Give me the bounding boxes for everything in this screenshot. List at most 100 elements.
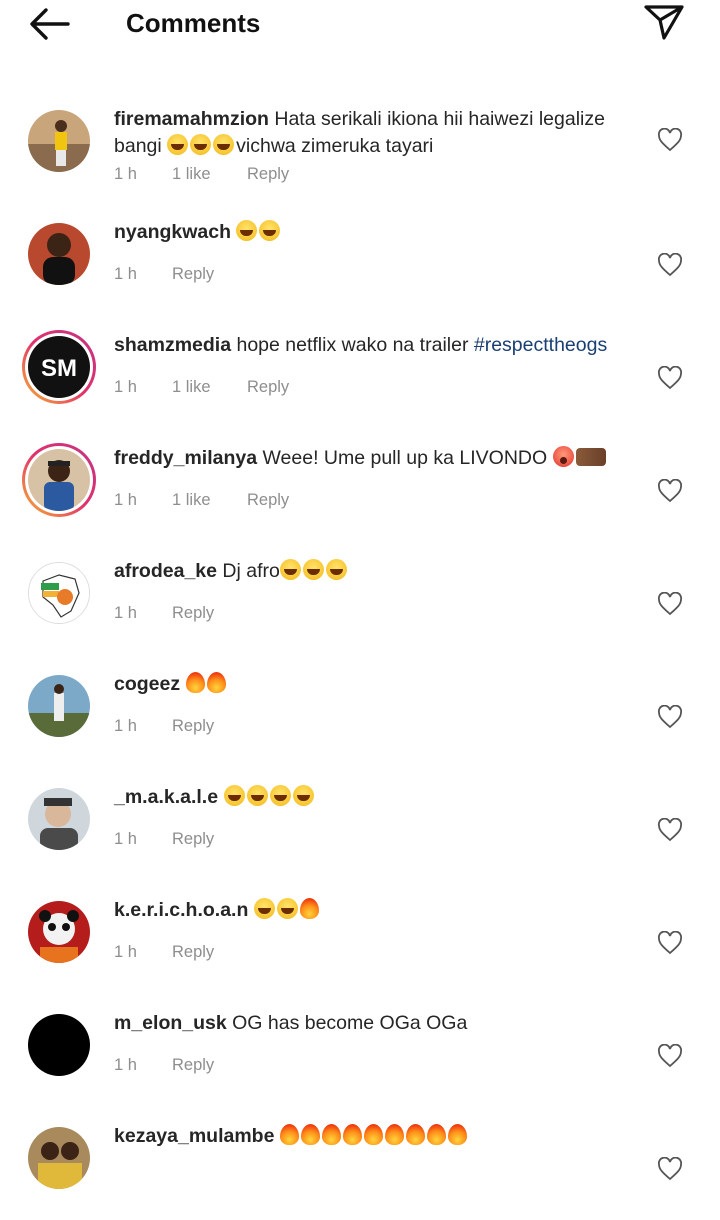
raised-hands-emoji-icon [575, 448, 606, 466]
avatar[interactable] [28, 110, 90, 172]
fire-emoji-icon [342, 1124, 362, 1145]
heart-icon[interactable] [657, 366, 683, 390]
timestamp: 1 h [114, 943, 137, 961]
avatar[interactable] [28, 1014, 90, 1076]
username[interactable]: cogeez [114, 673, 180, 695]
fire-emoji-icon [384, 1124, 404, 1145]
fire-emoji-icon [300, 1124, 320, 1145]
username[interactable]: m_elon_usk [114, 1012, 227, 1034]
like-count[interactable]: 1 like [172, 165, 247, 184]
reply-button[interactable]: Reply [247, 378, 289, 397]
avatar[interactable] [28, 788, 90, 850]
avatar[interactable] [28, 901, 90, 963]
laughing-emoji-icon [302, 559, 324, 580]
fire-emoji-icon [363, 1124, 383, 1145]
laughing-emoji-icon [279, 559, 301, 580]
laughing-emoji-icon [292, 785, 314, 806]
fire-emoji-icon [405, 1124, 425, 1145]
comment-row: firemamahmzion Hata serikali ikiona hii … [0, 90, 720, 203]
laughing-emoji-icon [276, 898, 298, 919]
comment-text [180, 673, 185, 695]
reply-button[interactable]: Reply [172, 604, 214, 623]
heart-icon[interactable] [657, 1157, 683, 1181]
page-title: Comments [126, 8, 261, 38]
laughing-emoji-icon [269, 785, 291, 806]
comment-text [218, 786, 223, 808]
username[interactable]: afrodea_ke [114, 560, 217, 582]
avatar[interactable]: SM [22, 330, 96, 404]
username[interactable]: _m.a.k.a.l.e [114, 786, 218, 808]
paper-plane-icon[interactable] [642, 2, 686, 42]
avatar[interactable] [28, 675, 90, 737]
reply-button[interactable]: Reply [247, 165, 289, 184]
comment-text: Weee! Ume pull up ka LIVONDO [257, 447, 553, 469]
laughing-emoji-icon [223, 785, 245, 806]
username[interactable]: shamzmedia [114, 334, 231, 356]
avatar[interactable] [28, 223, 90, 285]
reply-button[interactable]: Reply [172, 1056, 214, 1075]
comment-list: firemamahmzion Hata serikali ikiona hii … [0, 90, 720, 1220]
laughing-emoji-icon [190, 134, 212, 155]
heart-icon[interactable] [657, 479, 683, 503]
timestamp: 1 h [114, 265, 137, 283]
comment-row: SM shamzmedia hope netflix wako na trail… [0, 316, 720, 429]
reply-button[interactable]: Reply [172, 830, 214, 849]
laughing-emoji-icon [246, 785, 268, 806]
comment-row: cogeez 1 h Reply [0, 655, 720, 768]
fire-emoji-icon [426, 1124, 446, 1145]
username[interactable]: firemamahmzion [114, 108, 269, 130]
fire-emoji-icon [279, 1124, 299, 1145]
avatar[interactable] [28, 1127, 90, 1189]
avatar[interactable] [22, 443, 96, 517]
like-count[interactable]: 1 like [172, 491, 247, 510]
timestamp: 1 h [114, 717, 137, 735]
username[interactable]: freddy_milanya [114, 447, 257, 469]
avatar[interactable] [28, 562, 90, 624]
timestamp: 1 h [114, 1056, 137, 1074]
timestamp: 1 h [114, 830, 137, 848]
laughing-emoji-icon [236, 220, 258, 241]
timestamp: 1 h [114, 604, 137, 622]
reply-button[interactable]: Reply [172, 943, 214, 962]
comment-text: Dj afro [216, 560, 280, 582]
hashtag-link[interactable]: #respecttheogs [474, 334, 607, 356]
comment-row: afrodea_ke Dj afro 1 h Reply [0, 542, 720, 655]
laughing-emoji-icon [253, 898, 275, 919]
comment-row: kezaya_mulambe [0, 1107, 720, 1220]
reply-button[interactable]: Reply [172, 265, 214, 284]
username[interactable]: nyangkwach [114, 221, 231, 243]
heart-icon[interactable] [657, 705, 683, 729]
comment-text: hope netflix wako na trailer [231, 334, 474, 356]
timestamp: 1 h [114, 378, 137, 396]
arrow-left-icon[interactable] [28, 6, 72, 42]
laughing-emoji-icon [167, 134, 189, 155]
fire-emoji-icon [299, 898, 319, 919]
comment-row: freddy_milanya Weee! Ume pull up ka LIVO… [0, 429, 720, 542]
heart-icon[interactable] [657, 253, 683, 277]
heart-icon[interactable] [657, 818, 683, 842]
reply-button[interactable]: Reply [247, 491, 289, 510]
username[interactable]: kezaya_mulambe [114, 1125, 274, 1147]
comment-text: OG has become OGa OGa [226, 1012, 468, 1034]
fire-emoji-icon [206, 672, 226, 693]
username[interactable]: k.e.r.i.c.h.o.a.n [114, 899, 248, 921]
comment-text [248, 899, 253, 921]
comment-row: m_elon_usk OG has become OGa OGa 1 h Repl… [0, 994, 720, 1107]
timestamp: 1 h [114, 165, 137, 183]
heart-icon[interactable] [657, 128, 683, 152]
heart-icon[interactable] [657, 592, 683, 616]
heart-icon[interactable] [657, 931, 683, 955]
fire-emoji-icon [447, 1124, 467, 1145]
heart-icon[interactable] [657, 1044, 683, 1068]
comment-row: k.e.r.i.c.h.o.a.n 1 h Reply [0, 881, 720, 994]
astonished-emoji-icon [552, 446, 574, 467]
reply-button[interactable]: Reply [172, 717, 214, 736]
comment-text: vichwa zimeruka tayari [236, 135, 434, 157]
laughing-emoji-icon [259, 220, 281, 241]
fire-emoji-icon [321, 1124, 341, 1145]
svg-text:SM: SM [41, 355, 77, 382]
header-bar: Comments [0, 0, 720, 48]
like-count[interactable]: 1 like [172, 378, 247, 397]
laughing-emoji-icon [213, 134, 235, 155]
comment-row: nyangkwach 1 h Reply [0, 203, 720, 316]
